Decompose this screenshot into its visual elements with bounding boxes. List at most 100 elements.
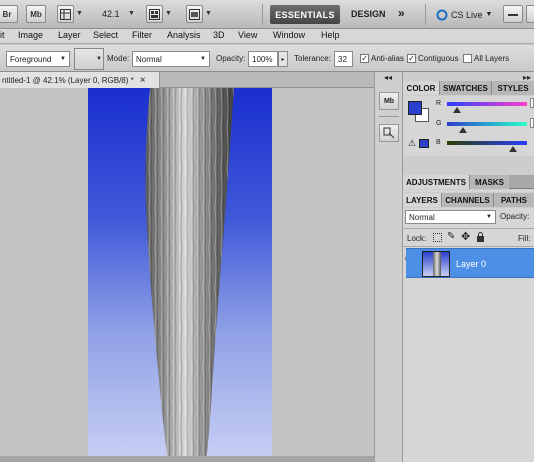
tab-color[interactable]: COLOR [403, 81, 439, 95]
tolerance-input[interactable]: 32 [334, 51, 353, 67]
separator [425, 4, 426, 25]
menu-filter[interactable]: Filter [132, 30, 152, 40]
cs-live-icon [436, 9, 448, 20]
tab-masks[interactable]: MASKS [469, 175, 509, 189]
tab-layers[interactable]: LAYERS [403, 193, 441, 207]
lock-position-icon[interactable]: ✥ [461, 230, 470, 243]
layer-opacity-label: Opacity: [500, 212, 530, 221]
menu-layer[interactable]: Layer [58, 30, 81, 40]
mode-select[interactable]: Normal ▼ [132, 51, 210, 67]
layer-name[interactable]: Layer 0 [456, 259, 486, 269]
panel-dock-strip: ◂◂ Mb [374, 72, 403, 462]
adjustments-panel-tabs: ADJUSTMENTS MASKS [403, 175, 534, 189]
fill-source-value: Foreground [10, 54, 52, 64]
minimize-button[interactable] [503, 5, 523, 23]
arrange-documents-button[interactable] [146, 5, 163, 23]
arrange-dropdown-icon[interactable]: ▼ [165, 10, 172, 17]
chevron-down-icon: ▼ [96, 56, 102, 62]
red-slider-knob[interactable] [453, 107, 461, 113]
opacity-input[interactable]: 100% [248, 51, 278, 67]
all-layers-checkbox[interactable] [463, 54, 472, 63]
divider [403, 246, 534, 247]
blend-mode-select[interactable]: Normal ▼ [405, 210, 496, 224]
arrange-icon [149, 8, 160, 20]
history-icon [383, 127, 395, 139]
fill-source-select[interactable]: Foreground ▼ [6, 51, 70, 67]
blue-slider[interactable] [447, 141, 527, 145]
lock-transparent-icon[interactable] [433, 233, 442, 242]
view-extras-dropdown-icon[interactable]: ▼ [76, 10, 83, 17]
channel-g-label: G [436, 120, 442, 127]
color-panel-tabs: COLOR SWATCHES STYLES [403, 81, 534, 95]
green-slider-knob[interactable] [459, 127, 467, 133]
mini-bridge-panel-button[interactable]: Mb [379, 92, 399, 110]
document-canvas[interactable] [88, 88, 272, 462]
menu-analysis[interactable]: Analysis [167, 30, 201, 40]
foreground-color-swatch[interactable] [408, 101, 422, 115]
tolerance-value: 32 [338, 54, 347, 64]
menu-help[interactable]: Help [321, 30, 340, 40]
layer-thumbnail-content [433, 252, 441, 276]
adjustments-panel-body [403, 190, 534, 192]
layer-thumbnail [422, 251, 450, 277]
cs-live-button[interactable]: CS Live ▼ [436, 6, 492, 23]
contiguous-checkbox[interactable]: ✓ [407, 54, 416, 63]
workspace-design-button[interactable]: DESIGN [351, 9, 386, 19]
blue-slider-knob[interactable] [509, 146, 517, 152]
chevron-down-icon: ▼ [200, 56, 206, 62]
gamut-swatch[interactable] [419, 139, 429, 148]
red-value-input[interactable] [530, 98, 534, 108]
warning-icon[interactable]: ⚠ [408, 138, 416, 149]
collapse-arrows-icon[interactable]: ◂◂ [384, 73, 392, 82]
red-slider[interactable] [447, 102, 527, 106]
menu-window[interactable]: Window [273, 30, 305, 40]
lock-pixels-icon[interactable]: ✎ [447, 231, 455, 242]
tab-paths[interactable]: PATHS [493, 193, 534, 207]
history-panel-button[interactable] [379, 124, 399, 142]
contiguous-label: Contiguous [418, 54, 459, 63]
restore-button[interactable] [526, 5, 534, 23]
green-value-input[interactable] [530, 118, 534, 128]
divider [379, 116, 399, 117]
opacity-slider-button[interactable]: ▸ [278, 51, 288, 67]
separator [262, 4, 263, 25]
antialias-checkbox[interactable]: ✓ [360, 54, 369, 63]
tab-adjustments[interactable]: ADJUSTMENTS [403, 175, 469, 189]
view-extras-button[interactable] [57, 5, 74, 23]
tolerance-label: Tolerance: [294, 54, 331, 63]
tab-swatches[interactable]: SWATCHES [439, 81, 491, 95]
lock-all-icon[interactable] [476, 232, 485, 242]
opacity-label: Opacity: [216, 54, 246, 63]
opacity-value: 100% [252, 54, 273, 64]
horizontal-scrollbar[interactable] [0, 456, 374, 462]
mode-label: Mode: [107, 54, 130, 63]
bridge-label: Br [2, 9, 12, 19]
screen-mode-dropdown-icon[interactable]: ▼ [205, 10, 212, 17]
chevron-down-icon: ▼ [486, 214, 492, 220]
tab-styles[interactable]: STYLES [491, 81, 534, 95]
green-slider[interactable] [447, 122, 527, 126]
close-icon[interactable]: × [140, 75, 146, 86]
canvas-area[interactable] [0, 88, 374, 462]
more-workspaces-button[interactable]: » [398, 6, 405, 20]
workspace-essentials-button[interactable]: ESSENTIALS [270, 5, 340, 24]
document-tab[interactable]: ntitled-1 @ 42.1% (Layer 0, RGB/8) * × [0, 72, 160, 88]
pattern-picker[interactable]: ▼ [74, 48, 104, 70]
channel-b-label: B [436, 139, 441, 146]
tab-channels[interactable]: CHANNELS [441, 193, 493, 207]
mini-bridge-button[interactable]: Mb [26, 5, 46, 23]
mode-value: Normal [136, 54, 162, 64]
document-tab-title: ntitled-1 @ 42.1% (Layer 0, RGB/8) * [2, 75, 134, 85]
mini-bridge-panel-label: Mb [383, 97, 395, 105]
menu-view[interactable]: View [238, 30, 257, 40]
bridge-button[interactable]: Br [0, 5, 18, 23]
zoom-level[interactable]: 42.1 [102, 9, 120, 19]
layer-row[interactable]: Layer 0 [406, 248, 534, 278]
menu-edit[interactable]: it [0, 30, 5, 40]
blend-mode-value: Normal [409, 212, 435, 222]
zoom-dropdown-icon[interactable]: ▼ [128, 10, 135, 17]
menu-3d[interactable]: 3D [213, 30, 225, 40]
menu-image[interactable]: Image [18, 30, 43, 40]
menu-select[interactable]: Select [93, 30, 118, 40]
screen-mode-button[interactable] [186, 5, 203, 23]
